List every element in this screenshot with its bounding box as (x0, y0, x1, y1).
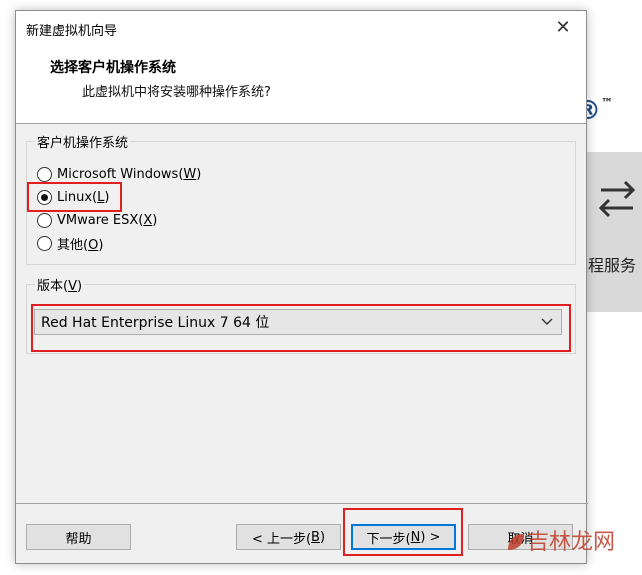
transfer-arrows-icon (598, 180, 636, 218)
radio-circle[interactable] (37, 212, 52, 228)
new-vm-wizard-dialog: 新建虚拟机向导 ✕ 选择客户机操作系统 此虚拟机中将安装哪种操作系统? 客户机操… (15, 10, 588, 564)
version-group-label: 版本(V) (35, 275, 85, 294)
linux-highlight-box (27, 182, 122, 212)
watermark: 吉林龙网 (505, 524, 615, 556)
radio-other[interactable]: 其他(O) (37, 233, 103, 253)
radio-label: Microsoft Windows(W) (57, 166, 202, 182)
version-highlight-box (31, 304, 571, 352)
page-subtitle: 此虚拟机中将安装哪种操作系统? (82, 85, 271, 100)
help-button[interactable]: 帮助 (26, 524, 131, 550)
radio-circle[interactable] (37, 235, 52, 251)
trademark-mark: ™ (601, 96, 613, 110)
radio-microsoft-windows[interactable]: Microsoft Windows(W) (37, 164, 201, 184)
wizard-header: 选择客户机操作系统 此虚拟机中将安装哪种操作系统? (16, 47, 586, 124)
footer-divider (16, 503, 588, 504)
remote-service-panel[interactable] (585, 152, 642, 312)
page-title: 选择客户机操作系统 (50, 60, 176, 76)
window-title: 新建虚拟机向导 (26, 24, 118, 39)
guest-os-group-label: 客户机操作系统 (35, 132, 131, 151)
radio-circle[interactable] (37, 166, 52, 182)
radio-label: VMware ESX(X) (57, 212, 158, 228)
next-highlight-box (343, 508, 463, 556)
leaf-logo-icon (508, 534, 524, 550)
back-button[interactable]: < 上一步(B) (236, 524, 341, 550)
radio-vmware-esx[interactable]: VMware ESX(X) (37, 210, 157, 230)
version-group: 版本(V) Red Hat Enterprise Linux 7 64 位 (26, 275, 576, 354)
radio-label: 其他(O) (57, 237, 104, 253)
close-icon[interactable]: ✕ (554, 19, 572, 37)
title-bar[interactable]: 新建虚拟机向导 ✕ (16, 11, 586, 47)
guest-os-group: 客户机操作系统 Microsoft Windows(W) Linux(L) VM… (26, 132, 576, 265)
